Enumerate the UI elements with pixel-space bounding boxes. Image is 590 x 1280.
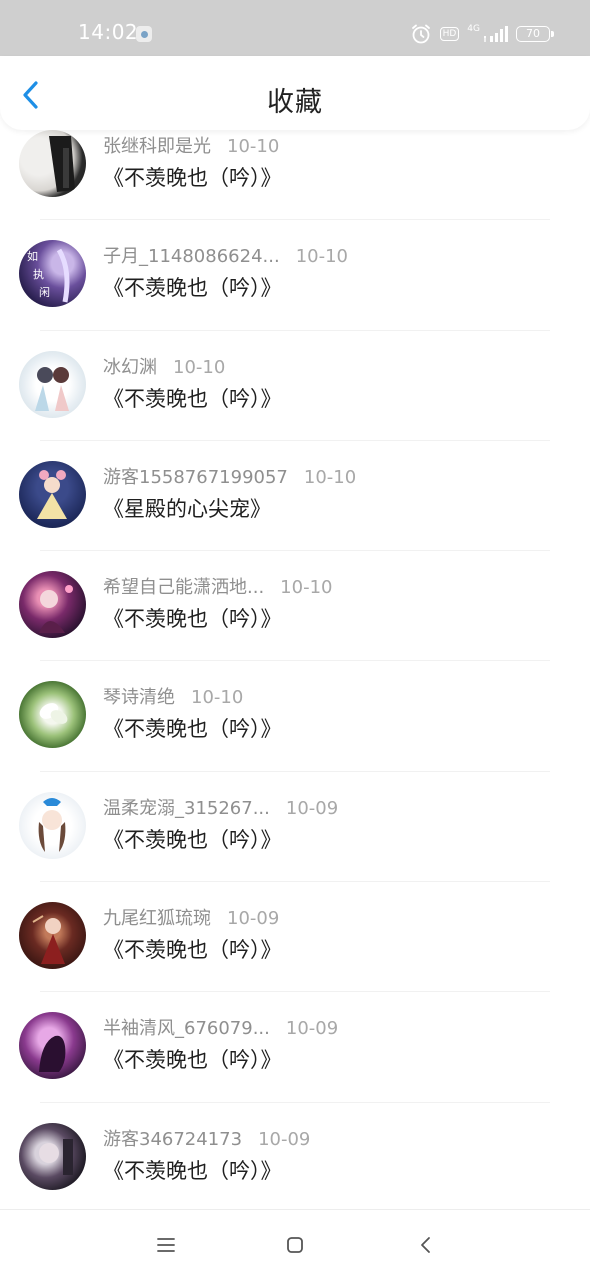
user-name: 希望自己能潇洒地... xyxy=(103,577,265,599)
nav-back-icon xyxy=(421,1237,430,1253)
signal-icon xyxy=(484,26,508,42)
avatar xyxy=(19,460,86,528)
avatar xyxy=(19,1122,86,1190)
status-indicators: HD 4G 70 xyxy=(410,22,554,46)
item-meta: 子月_1148086624... 10-10 xyxy=(103,242,348,268)
item-date: 10-10 xyxy=(295,246,348,268)
hd-badge: HD xyxy=(439,27,460,41)
user-name: 半袖清风_676079... xyxy=(103,1018,270,1040)
item-date: 10-09 xyxy=(227,908,280,930)
alarm-icon xyxy=(411,24,430,44)
status-bar: 14:02 HD 4G 70 xyxy=(0,0,590,56)
item-meta: 游客346724173 10-09 xyxy=(103,1125,310,1151)
system-nav-bar xyxy=(0,1209,590,1280)
battery-level: 70 xyxy=(526,27,540,40)
user-name: 温柔宠溺_315267... xyxy=(103,797,270,819)
book-title: 《不羡晚也（吟）》 xyxy=(103,827,282,852)
book-title: 《不羡晚也（吟）》 xyxy=(103,166,282,190)
item-meta: 冰幻渊 10-10 xyxy=(103,353,225,379)
battery-icon: 70 xyxy=(516,26,554,42)
item-date: 10-09 xyxy=(285,797,339,819)
list-item[interactable]: 温柔宠溺_315267... 10-09 《不羡晚也（吟）》 xyxy=(0,772,590,883)
list-item[interactable]: 九尾红狐琉琬 10-09 《不羡晚也（吟）》 xyxy=(0,882,590,993)
item-meta: 游客1558767199057 10-10 xyxy=(103,463,356,489)
book-title: 《不羡晚也（吟）》 xyxy=(103,607,282,632)
item-date: 10-09 xyxy=(285,1018,339,1040)
list-item[interactable]: 冰幻渊 10-10 《不羡晚也（吟）》 xyxy=(0,331,590,441)
svg-text:执: 执 xyxy=(33,267,44,281)
nav-back-button[interactable] xyxy=(413,1232,439,1258)
book-title: 《星殿的心尖宠》 xyxy=(103,496,271,521)
item-meta: 张继科即是光 10-10 xyxy=(103,132,279,158)
user-name: 子月_1148086624... xyxy=(103,246,280,268)
avatar xyxy=(19,791,86,859)
notification-app-icon xyxy=(136,26,152,42)
item-meta: 九尾红狐琉琬 10-09 xyxy=(103,904,279,930)
item-date: 10-10 xyxy=(303,466,357,488)
avatar xyxy=(19,1012,86,1080)
item-date: 10-09 xyxy=(258,1128,311,1150)
user-name: 游客1558767199057 xyxy=(103,466,288,488)
book-title: 《不羡晚也（吟）》 xyxy=(103,1158,282,1183)
list-item[interactable]: 希望自己能潇洒地... 10-10 《不羡晚也（吟）》 xyxy=(0,551,590,662)
avatar: 如执闲 xyxy=(19,240,86,308)
book-title: 《不羡晚也（吟）》 xyxy=(103,1048,282,1073)
avatar xyxy=(19,350,86,418)
item-date: 10-10 xyxy=(173,356,226,378)
item-date: 10-10 xyxy=(191,687,244,709)
user-name: 冰幻渊 xyxy=(103,356,157,378)
item-meta: 温柔宠溺_315267... 10-09 xyxy=(103,794,338,820)
avatar xyxy=(19,571,86,639)
home-square-icon xyxy=(287,1237,303,1253)
recent-apps-button[interactable] xyxy=(153,1232,179,1258)
list-item[interactable]: 琴诗清绝 10-10 《不羡晚也（吟）》 xyxy=(0,661,590,772)
menu-icon xyxy=(157,1238,175,1252)
list-item[interactable]: 半袖清风_676079... 10-09 《不羡晚也（吟）》 xyxy=(0,992,590,1103)
user-name: 张继科即是光 xyxy=(103,136,211,157)
item-meta: 希望自己能潇洒地... 10-10 xyxy=(103,573,332,599)
network-type: 4G xyxy=(467,23,480,34)
status-time: 14:02 xyxy=(78,20,139,44)
item-meta: 半袖清风_676079... 10-09 xyxy=(103,1014,338,1040)
avatar xyxy=(19,681,86,749)
svg-text:如: 如 xyxy=(27,249,38,263)
favorites-list: 张继科即是光 10-10 《不羡晚也（吟）》 如执闲 子月_1148086624… xyxy=(0,110,590,1213)
user-name: 琴诗清绝 xyxy=(103,687,175,709)
book-title: 《不羡晚也（吟）》 xyxy=(103,386,282,411)
app-header: 收藏 xyxy=(0,56,590,130)
list-item[interactable]: 游客1558767199057 10-10 《星殿的心尖宠》 xyxy=(0,441,590,552)
item-date: 10-10 xyxy=(280,577,333,599)
user-name: 游客346724173 xyxy=(103,1128,243,1150)
item-date: 10-10 xyxy=(227,136,280,157)
user-name: 九尾红狐琉琬 xyxy=(103,908,211,930)
list-item[interactable]: 游客346724173 10-09 《不羡晚也（吟）》 xyxy=(0,1103,590,1213)
home-button[interactable] xyxy=(282,1232,308,1258)
svg-text:闲: 闲 xyxy=(39,285,50,299)
page-title: 收藏 xyxy=(267,87,323,118)
list-item[interactable]: 如执闲 子月_1148086624... 10-10 《不羡晚也（吟）》 xyxy=(0,220,590,331)
item-meta: 琴诗清绝 10-10 xyxy=(103,683,243,709)
book-title: 《不羡晚也（吟）》 xyxy=(103,276,282,301)
book-title: 《不羡晚也（吟）》 xyxy=(103,717,282,742)
avatar xyxy=(19,130,86,197)
avatar xyxy=(19,902,86,970)
book-title: 《不羡晚也（吟）》 xyxy=(103,938,282,963)
